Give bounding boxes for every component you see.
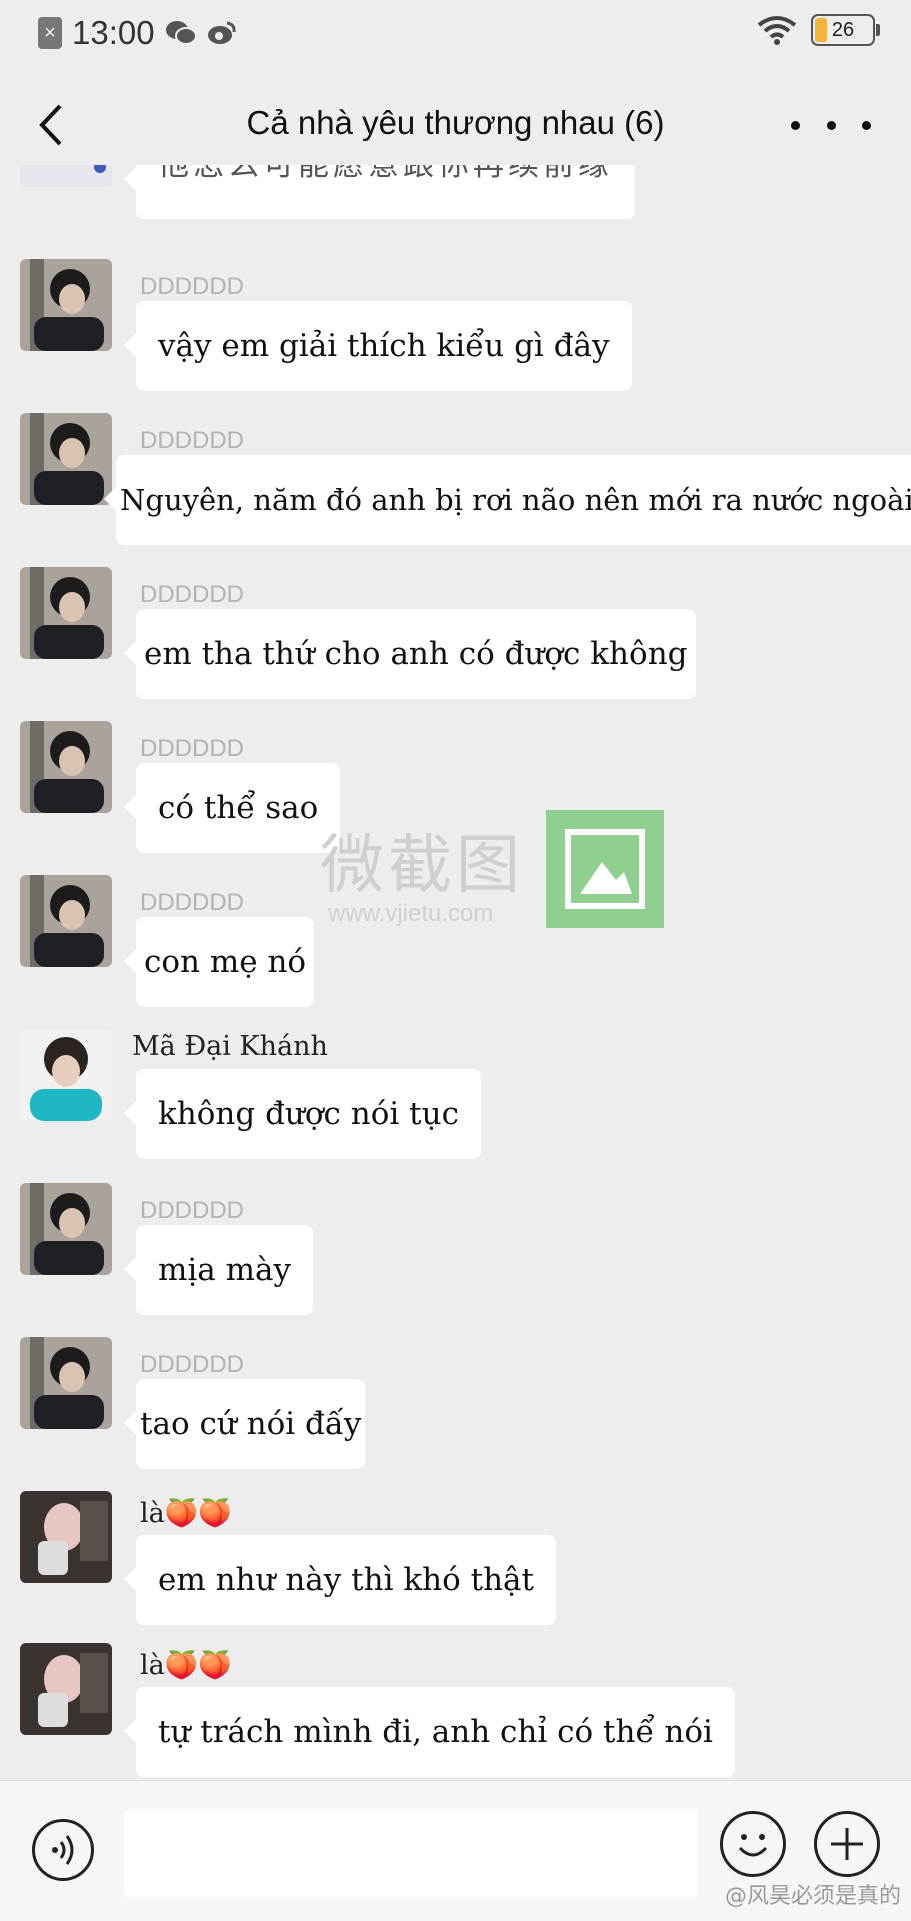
avatar[interactable] (20, 1337, 112, 1429)
more-dot-icon (826, 120, 836, 130)
chat-header: Cả nhà yêu thương nhau (6) (0, 70, 911, 180)
avatar[interactable] (20, 1183, 112, 1275)
wifi-icon (757, 16, 797, 45)
message-bubble[interactable]: vậy em giải thích kiểu gì đây (124, 301, 632, 391)
status-time: 13:00 (72, 14, 155, 51)
avatar[interactable] (20, 1029, 112, 1121)
avatar[interactable] (20, 1491, 112, 1583)
no-sim-icon: × (38, 17, 62, 49)
status-bar: × 13:00 26 (0, 0, 911, 70)
message-list[interactable]: 他怎么可能愿意跟你再续前缘 DDDDDD vậy em giải thích k… (0, 165, 911, 1780)
sender-name: Mã Đại Khánh (132, 1031, 328, 1062)
sender-name: DDDDDD (140, 889, 244, 916)
sender-name: DDDDDD (140, 427, 244, 454)
sender-name: DDDDDD (140, 1351, 244, 1378)
plus-icon (831, 1828, 863, 1860)
avatar[interactable] (20, 1643, 112, 1735)
message-bubble[interactable]: có thể sao (123, 763, 341, 853)
wechat-icon (165, 21, 197, 45)
sender-name: là🍑🍑 (140, 1498, 232, 1529)
watermark-logo-icon (546, 810, 664, 928)
message-bubble[interactable]: mịa mày (123, 1225, 314, 1315)
weibo-icon (207, 21, 236, 44)
avatar[interactable] (20, 413, 112, 505)
message-bubble[interactable]: tao cứ nói đấy (123, 1379, 366, 1469)
message-bubble[interactable]: không được nói tục (124, 1069, 481, 1159)
message-input[interactable] (124, 1809, 698, 1897)
more-dot-icon (862, 120, 871, 130)
smiley-icon (738, 1834, 768, 1857)
voice-input-button[interactable] (32, 1819, 94, 1881)
chat-title: Cả nhà yêu thương nhau (6) (246, 104, 665, 141)
avatar[interactable] (20, 165, 112, 187)
avatar[interactable] (20, 875, 112, 967)
watermark: 微截图 www.vjietu.com (320, 810, 670, 930)
message-bubble[interactable]: Nguyên, năm đó anh bị rơi não nên mới ra… (104, 455, 911, 545)
more-dot-icon (791, 120, 800, 130)
avatar[interactable] (20, 721, 112, 813)
emoji-button[interactable] (720, 1811, 786, 1877)
watermark-text: 微截图 (320, 829, 524, 901)
sender-name: DDDDDD (140, 273, 244, 300)
message-bubble[interactable]: con mẹ nó (123, 917, 315, 1007)
avatar[interactable] (20, 259, 112, 351)
battery-level: 26 (831, 19, 855, 41)
more-functions-button[interactable] (814, 1811, 880, 1877)
avatar[interactable] (20, 567, 112, 659)
sender-name: DDDDDD (140, 581, 244, 608)
watermark-url: www.vjietu.com (328, 900, 494, 927)
battery-indicator: 26 (811, 14, 880, 46)
more-options-button[interactable] (791, 108, 871, 142)
message-bubble[interactable]: 他怎么可能愿意跟你再续前缘 (124, 165, 635, 219)
source-credit: @风昊必须是真的 (724, 1884, 901, 1909)
sender-name: DDDDDD (140, 1197, 244, 1224)
sender-name: là🍑🍑 (140, 1650, 232, 1681)
sender-name: DDDDDD (140, 735, 244, 762)
voice-icon (52, 1835, 74, 1865)
message-bubble[interactable]: tự trách mình đi, anh chỉ có thể nói (124, 1687, 735, 1777)
message-bubble[interactable]: em như này thì khó thật (124, 1535, 556, 1625)
message-bubble[interactable]: em tha thứ cho anh có được không (124, 609, 696, 699)
